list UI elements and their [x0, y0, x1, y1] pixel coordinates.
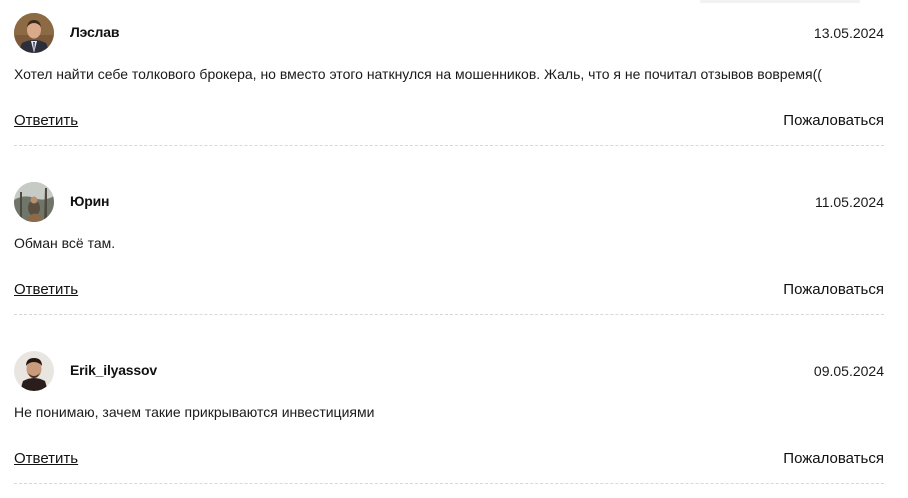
- reply-link[interactable]: Ответить: [14, 450, 78, 467]
- comment-item: Юрин 11.05.2024 Обман всё там. Ответить …: [14, 169, 884, 329]
- comment-date: 11.05.2024: [814, 194, 884, 210]
- comment-divider: [14, 314, 884, 315]
- reply-link[interactable]: Ответить: [14, 112, 78, 129]
- avatar-man-in-suit-icon: [14, 13, 54, 53]
- comment-author: Лэслав: [70, 24, 120, 40]
- comment-text: Обман всё там.: [14, 235, 116, 251]
- comment-item: Лэслав 13.05.2024 Хотел найти себе толко…: [14, 0, 884, 160]
- comment-divider: [14, 483, 884, 484]
- comment-text: Не понимаю, зачем такие прикрываются инв…: [14, 404, 375, 420]
- comment-date: 13.05.2024: [813, 25, 884, 41]
- comment-header: Erik_ilyassov 09.05.2024: [14, 351, 884, 391]
- reply-link[interactable]: Ответить: [14, 281, 78, 298]
- avatar-young-man-icon: [14, 351, 54, 391]
- report-link[interactable]: Пожаловаться: [783, 112, 884, 129]
- comment-header: Юрин 11.05.2024: [14, 182, 884, 222]
- avatar: [14, 182, 54, 222]
- comment-author: Юрин: [70, 193, 110, 209]
- comment-header: Лэслав 13.05.2024: [14, 13, 884, 53]
- avatar-outdoor-photo-icon: [14, 182, 54, 222]
- comment-author: Erik_ilyassov: [70, 362, 157, 378]
- comment-date: 09.05.2024: [813, 363, 884, 379]
- comment-divider: [14, 145, 884, 146]
- comment-item: Erik_ilyassov 09.05.2024 Не понимаю, зач…: [14, 338, 884, 498]
- report-link[interactable]: Пожаловаться: [783, 281, 884, 298]
- report-link[interactable]: Пожаловаться: [783, 450, 884, 467]
- avatar: [14, 351, 54, 391]
- comment-text: Хотел найти себе толкового брокера, но в…: [14, 66, 822, 82]
- avatar: [14, 13, 54, 53]
